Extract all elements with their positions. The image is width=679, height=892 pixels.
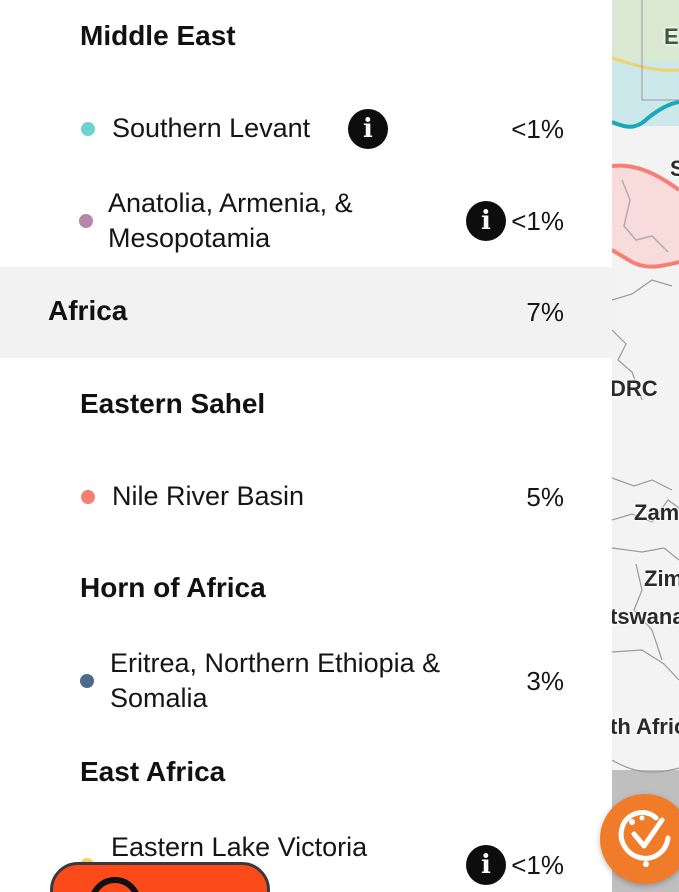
region-color-dot [79, 214, 93, 228]
subregion-heading-middle-east: Middle East [80, 20, 236, 51]
region-row-southern-levant[interactable]: Southern Levant i <1% [0, 100, 612, 160]
region-percent: 5% [526, 482, 564, 512]
region-row-eritrea[interactable]: Eritrea, Northern Ethiopia & Somalia 3% [0, 640, 612, 722]
region-color-dot [81, 122, 95, 136]
map-label: Zim [644, 566, 679, 591]
info-icon[interactable]: i [348, 109, 388, 149]
map-graphic [612, 0, 679, 892]
search-icon [89, 877, 141, 892]
region-percent: <1% [511, 206, 564, 236]
subregion-heading-east-africa: East Africa [80, 756, 226, 787]
ancestry-breakdown-panel: Middle East Southern Levant i <1% Anatol… [0, 0, 612, 892]
region-group-percent: 7% [526, 297, 564, 327]
subregion-heading-eastern-sahel: Eastern Sahel [80, 388, 266, 419]
region-percent: <1% [511, 850, 564, 880]
ancestry-discovery-icon [618, 810, 671, 867]
region-name: Anatolia, Armenia, & Mesopotamia [108, 188, 353, 253]
region-group-label: Africa [48, 295, 128, 326]
region-name: Nile River Basin [112, 481, 305, 511]
region-color-dot [80, 674, 94, 688]
ancestry-map[interactable]: E S DRC Zam Zim tswana th Afric [612, 0, 679, 892]
map-label: th Afric [612, 714, 679, 739]
region-name: Eritrea, Northern Ethiopia & Somalia [110, 648, 441, 713]
region-name: Eastern Lake Victoria [111, 832, 368, 862]
map-label: tswana [612, 604, 679, 629]
region-row-anatolia[interactable]: Anatolia, Armenia, & Mesopotamia i <1% [0, 180, 612, 262]
map-label: Zam [634, 500, 679, 525]
region-group-africa[interactable]: Africa 7% [0, 267, 612, 358]
region-color-dot [81, 490, 95, 504]
info-icon[interactable]: i [466, 201, 506, 241]
region-row-nile-river-basin[interactable]: Nile River Basin 5% [0, 468, 612, 528]
floating-action-button-bottom[interactable] [50, 862, 270, 892]
map-label: DRC [612, 376, 658, 401]
map-label: E [664, 24, 679, 49]
region-percent: 3% [526, 666, 564, 696]
region-percent: <1% [511, 114, 564, 144]
region-name: Southern Levant [112, 113, 311, 143]
info-icon[interactable]: i [466, 845, 506, 885]
subregion-heading-horn-of-africa: Horn of Africa [80, 572, 266, 603]
map-label: S [670, 156, 679, 181]
